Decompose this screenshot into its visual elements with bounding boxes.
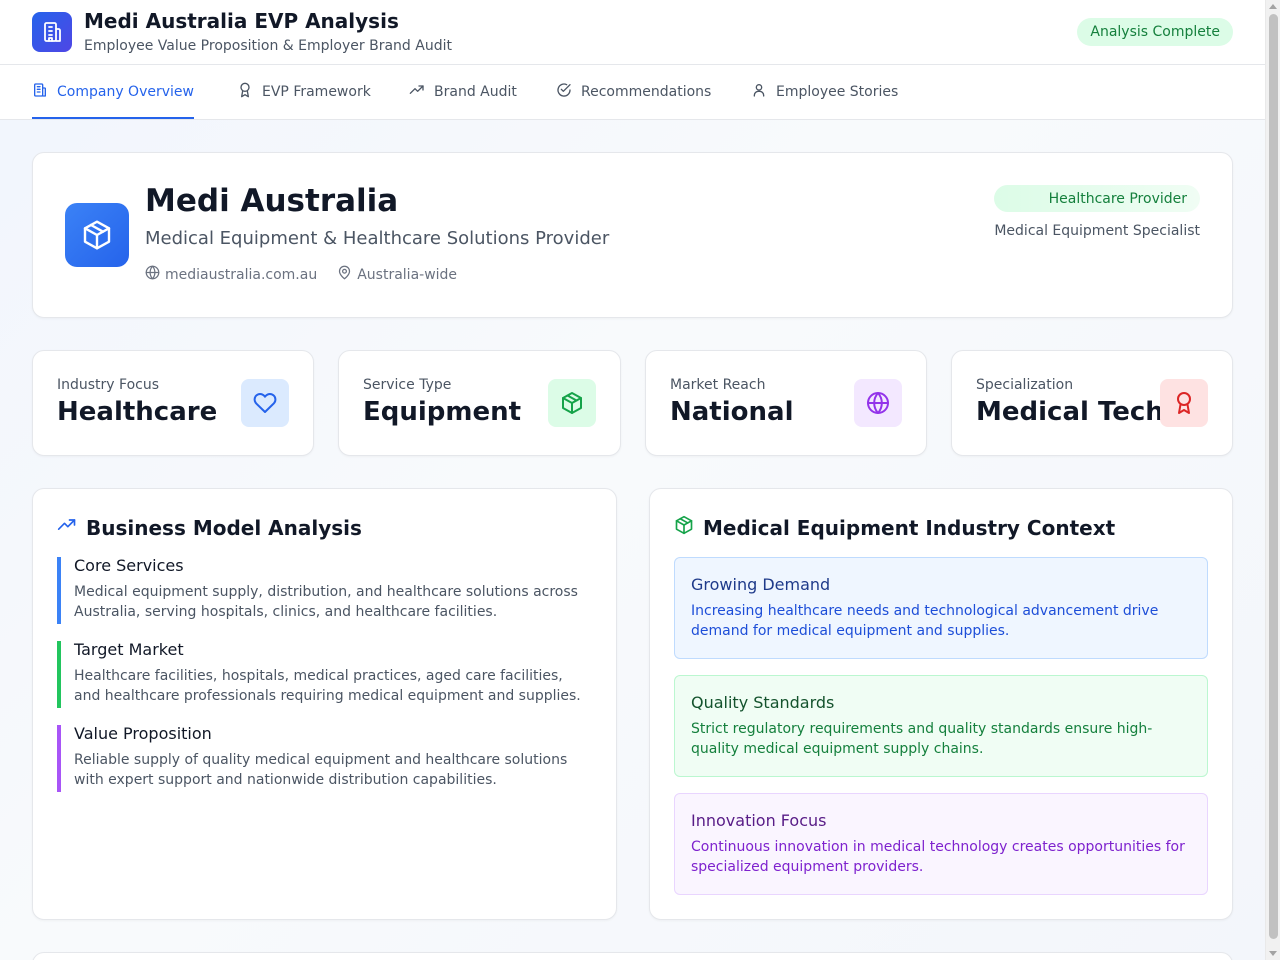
stat-value: Healthcare bbox=[57, 397, 218, 427]
tab-bar: Company Overview EVP Framework Brand Aud… bbox=[0, 65, 1265, 120]
quality-standards-box: Quality Standards Strict regulatory requ… bbox=[674, 675, 1208, 777]
stat-label: Industry Focus bbox=[57, 377, 160, 393]
package-icon bbox=[674, 515, 694, 540]
globe-icon bbox=[145, 265, 160, 284]
status-badge: Analysis Complete bbox=[1077, 18, 1233, 46]
core-services-item: Core Services Medical equipment supply, … bbox=[57, 556, 593, 624]
tab-employee-stories[interactable]: Employee Stories bbox=[751, 65, 898, 119]
company-name: Medi Australia bbox=[145, 183, 399, 219]
award-icon bbox=[237, 82, 253, 102]
tab-company-overview[interactable]: Company Overview bbox=[32, 65, 194, 119]
map-pin-icon bbox=[337, 265, 352, 284]
business-model-title: Business Model Analysis bbox=[57, 515, 362, 540]
provider-subtitle: Medical Equipment Specialist bbox=[994, 223, 1200, 239]
app-title: Medi Australia EVP Analysis bbox=[84, 9, 399, 33]
page-scrollbar[interactable] bbox=[1265, 0, 1280, 960]
tab-brand-audit[interactable]: Brand Audit bbox=[409, 65, 517, 119]
tab-label: Employee Stories bbox=[776, 84, 899, 100]
stat-label: Service Type bbox=[363, 377, 452, 393]
globe-icon bbox=[854, 379, 902, 427]
innovation-focus-box: Innovation Focus Continuous innovation i… bbox=[674, 793, 1208, 895]
growing-demand-box: Growing Demand Increasing healthcare nee… bbox=[674, 557, 1208, 659]
tab-evp-framework[interactable]: EVP Framework bbox=[237, 65, 371, 119]
panel-title-text: Business Model Analysis bbox=[86, 515, 362, 540]
item-text: Medical equipment supply, distribution, … bbox=[74, 584, 578, 620]
app-header: Medi Australia EVP Analysis Employee Val… bbox=[0, 0, 1265, 65]
location-item: Australia-wide bbox=[337, 265, 457, 284]
website-item[interactable]: mediaustralia.com.au bbox=[145, 265, 317, 284]
company-meta: mediaustralia.com.au Australia-wide bbox=[145, 265, 457, 284]
scroll-thumb[interactable] bbox=[1269, 14, 1278, 939]
tab-recommendations[interactable]: Recommendations bbox=[556, 65, 711, 119]
stat-label: Market Reach bbox=[670, 377, 766, 393]
item-text: Reliable supply of quality medical equip… bbox=[74, 752, 568, 788]
package-icon bbox=[65, 203, 129, 267]
app-subtitle: Employee Value Proposition & Employer Br… bbox=[84, 38, 452, 54]
panel-title-text: Medical Equipment Industry Context bbox=[703, 515, 1116, 540]
trending-up-icon bbox=[57, 515, 77, 540]
value-proposition-item: Value Proposition Reliable supply of qua… bbox=[57, 724, 593, 792]
item-text: Healthcare facilities, hospitals, medica… bbox=[74, 668, 581, 704]
stat-value: Equipment bbox=[363, 397, 522, 427]
stat-card-industry-focus: Industry Focus Healthcare bbox=[32, 350, 314, 456]
tab-label: Company Overview bbox=[57, 84, 194, 100]
accent-bar bbox=[57, 557, 61, 624]
next-section-card bbox=[32, 952, 1233, 960]
tab-label: Brand Audit bbox=[434, 84, 517, 100]
provider-badge: Healthcare Provider bbox=[994, 185, 1200, 212]
award-icon bbox=[1160, 379, 1208, 427]
box-heading: Innovation Focus bbox=[691, 811, 827, 830]
trending-up-icon bbox=[409, 82, 425, 102]
stat-card-specialization: Specialization Medical Tech bbox=[951, 350, 1233, 456]
scroll-down-arrow-icon[interactable] bbox=[1269, 951, 1277, 956]
industry-context-panel: Medical Equipment Industry Context Growi… bbox=[649, 488, 1233, 920]
box-text: Continuous innovation in medical technol… bbox=[691, 839, 1185, 875]
check-circle-icon bbox=[556, 82, 572, 102]
tab-label: EVP Framework bbox=[262, 84, 371, 100]
stat-value: National bbox=[670, 397, 794, 427]
box-heading: Growing Demand bbox=[691, 575, 831, 594]
accent-bar bbox=[57, 725, 61, 792]
accent-bar bbox=[57, 641, 61, 708]
stat-label: Specialization bbox=[976, 377, 1074, 393]
company-description: Medical Equipment & Healthcare Solutions… bbox=[145, 228, 610, 249]
target-market-item: Target Market Healthcare facilities, hos… bbox=[57, 640, 593, 708]
box-text: Strict regulatory requirements and quali… bbox=[691, 721, 1153, 757]
building-icon bbox=[32, 82, 48, 102]
item-heading: Core Services bbox=[74, 556, 184, 575]
industry-context-title: Medical Equipment Industry Context bbox=[674, 515, 1115, 540]
package-icon bbox=[548, 379, 596, 427]
item-heading: Target Market bbox=[74, 640, 184, 659]
box-text: Increasing healthcare needs and technolo… bbox=[691, 603, 1159, 639]
business-model-panel: Business Model Analysis Core Services Me… bbox=[32, 488, 617, 920]
stat-value: Medical Tech bbox=[976, 397, 1164, 427]
stat-card-service-type: Service Type Equipment bbox=[338, 350, 621, 456]
box-heading: Quality Standards bbox=[691, 693, 835, 712]
company-card: Medi Australia Medical Equipment & Healt… bbox=[32, 152, 1233, 318]
location-text: Australia-wide bbox=[357, 266, 458, 283]
tab-label: Recommendations bbox=[581, 84, 712, 100]
item-heading: Value Proposition bbox=[74, 724, 212, 743]
user-icon bbox=[751, 82, 767, 102]
heart-icon bbox=[241, 379, 289, 427]
building-icon bbox=[32, 12, 72, 52]
website-link[interactable]: mediaustralia.com.au bbox=[165, 267, 317, 283]
stat-card-market-reach: Market Reach National bbox=[645, 350, 927, 456]
scroll-up-arrow-icon[interactable] bbox=[1269, 4, 1277, 9]
